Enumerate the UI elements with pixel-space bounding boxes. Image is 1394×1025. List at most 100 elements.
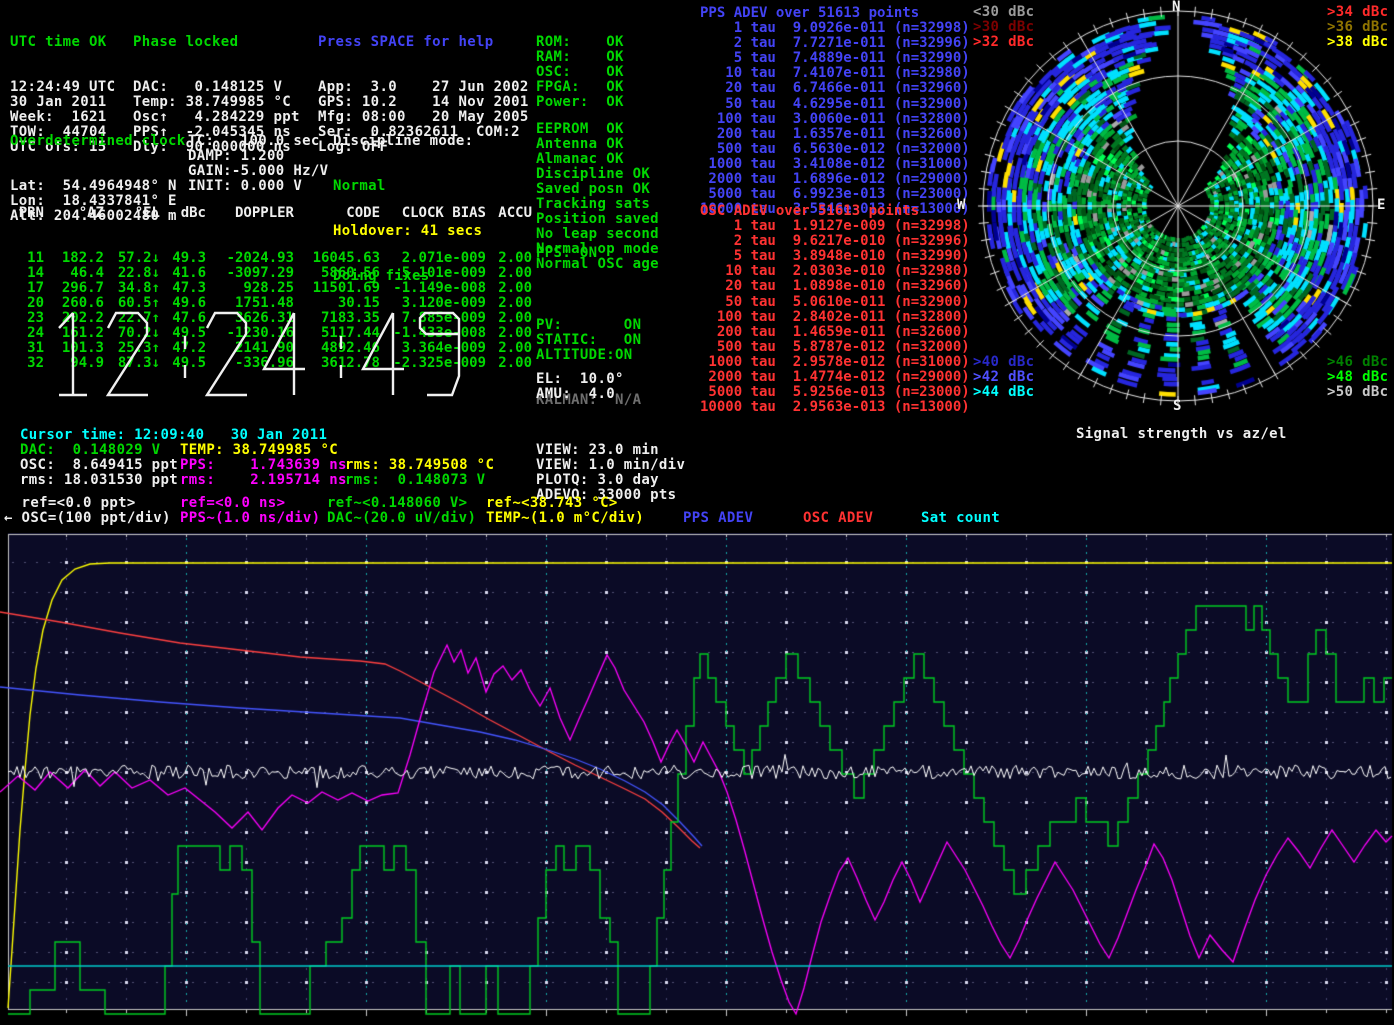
adev-row: 200 tau 1.4659e-011 (n=32600) [700,325,970,340]
sat-cell: 5860.56 [294,266,380,281]
adev-row: 200 tau 1.6357e-011 (n=32600) [700,127,970,142]
text-line: Position saved [536,212,659,227]
sat-cell: -2024.93 [206,251,294,266]
adev-table-title: PPS ADEV over 51613 points [700,6,970,21]
sat-cell: 49.3 [160,251,206,266]
adev-row: 100 tau 2.8402e-011 (n=32800) [700,310,970,325]
adev-row: 1 tau 1.9127e-009 (n=32998) [700,219,970,234]
text-line: OSC: OK [536,65,624,80]
text-line: PV: ON [536,318,641,333]
sat-cell: -3097.29 [206,266,294,281]
text-line: EEPROM OK [536,122,659,137]
satellite-table-header: PRN°AZ°ELdBcDOPPLERCODECLOCK BIASACCU [8,206,532,221]
text-line: RAM: OK [536,50,624,65]
sat-cell: 46.4 [44,266,104,281]
adev-row: 50 tau 4.6295e-011 (n=32900) [700,97,970,112]
adev-row: 5000 tau 5.9256e-013 (n=23000) [700,385,970,400]
dbc-legend-item: >44 dBc [973,385,1034,400]
sat-cell: 296.7 [44,281,104,296]
dbc-legend-item: >48 dBc [1327,370,1388,385]
cursor-dac: DAC: 0.148029 V [20,443,160,458]
text-line: 12:24:49 UTC [10,80,115,95]
clock-digit [103,308,153,400]
text-line: Tracking sats [536,197,659,212]
adev-row: 500 tau 6.5630e-012 (n=32000) [700,142,970,157]
dbc-legend-item: >46 dBc [1327,355,1388,370]
osc-adev-marker: OSC ADEV [803,511,873,526]
clock-digit [358,308,408,400]
view-lines: VIEW: 23.0 minVIEW: 1.0 min/divPLOTQ: 3.… [536,443,685,503]
text-line: DAC: 0.148125 V [133,80,300,95]
dac-ref: ref~<0.148060 V> [327,496,467,511]
sat-cell: 14 [8,266,44,281]
text-line: VIEW: 1.0 min/div [536,458,685,473]
sat-cell: 182.2 [44,251,104,266]
clock-digit [415,308,465,400]
compass-west: W [957,198,966,213]
adev-row: 20 tau 1.0898e-010 (n=32960) [700,279,970,294]
adev-row: 5 tau 7.4889e-011 (n=32990) [700,51,970,66]
adev-row: 1000 tau 3.4108e-012 (n=31000) [700,157,970,172]
sat-cell: 2.00 [486,266,532,281]
dbc-legend-item: >34 dBc [1327,5,1388,20]
compass-east: E [1377,198,1386,213]
compass-north: N [1172,0,1181,15]
adev-row: 5000 tau 6.9923e-013 (n=23000) [700,187,970,202]
sat-col-header: CLOCK BIAS [380,206,486,221]
cursor-osc: OSC: 8.649415 ppt [20,458,178,473]
sat-cell: 928.25 [206,281,294,296]
sat-cell: 47.3 [160,281,206,296]
adev-row: 2000 tau 1.6896e-012 (n=29000) [700,172,970,187]
sat-cell: 41.6 [160,266,206,281]
dbc-legend-item: >50 dBc [1327,385,1388,400]
sat-cell: -5.101e-009 [380,266,486,281]
pps-ref: ref=<0.0 ns> [180,496,285,511]
osc-adev-table: OSC ADEV over 51613 points 1 tau 1.9127e… [700,204,970,415]
dbc-legend-sw: >40 dBc>42 dBc>44 dBc [973,355,1034,400]
adev-row: 500 tau 5.8787e-012 (n=32000) [700,340,970,355]
dbc-legend-item: >40 dBc [973,355,1034,370]
pps-scale: PPS~(1.0 ns/div) [180,511,320,526]
sat-cell: 11501.69 [294,281,380,296]
sat-count-marker: Sat count [921,511,1000,526]
cursor-rms-pps: rms: 2.195714 ns [180,473,347,488]
adev-row: 10 tau 7.4107e-011 (n=32980) [700,66,970,81]
adev-row: 100 tau 3.0060e-011 (n=32800) [700,112,970,127]
clock-digit [46,308,96,400]
text-line: App: 3.0 27 Jun 2002 [318,80,529,95]
adev-row: 10000 tau 2.9563e-013 (n=13000) [700,400,970,415]
text-line: Almanac OK [536,152,659,167]
dbc-legend-item: >36 dBc [1327,20,1388,35]
sat-cell: -1.149e-008 [380,281,486,296]
position-title: Overdetermined clock [10,134,186,149]
adev-row: 50 tau 5.0610e-011 (n=32900) [700,295,970,310]
dbc-legend-item: >32 dBc [973,35,1034,50]
sat-cell: 17 [8,281,44,296]
adev-row: 5 tau 3.8948e-010 (n=32990) [700,249,970,264]
adev-row: 2 tau 9.6217e-010 (n=32996) [700,234,970,249]
text-line: EL: 10.0° [536,372,624,387]
cursor-time: Cursor time: 12:09:40 30 Jan 2011 [20,428,327,443]
cursor-temp: TEMP: 38.749985 °C [180,443,338,458]
osc-ref: ref=<0.0 ppt> [4,496,136,511]
strip-chart-plot[interactable] [0,533,1394,1025]
sat-cell: 16045.63 [294,251,380,266]
cursor-rms-dac: rms: 0.148073 V [345,473,485,488]
text-line: AMU: 4.0 [536,387,624,402]
sat-col-header: dBc [160,206,206,221]
adev-row: 1 tau 9.0926e-011 (n=32998) [700,21,970,36]
sat-cell: 11 [8,251,44,266]
text-line: DAMP: 1.200 [188,149,328,164]
adev-row: 10 tau 2.0303e-010 (n=32980) [700,264,970,279]
sat-cell: 22.8↓ [104,266,160,281]
adev-row: 2000 tau 1.4774e-012 (n=29000) [700,370,970,385]
sat-col-header: DOPPLER [206,206,294,221]
dac-scale: DAC~(20.0 uV/div) [327,511,476,526]
osc-scale: ← OSC=(100 ppt/div) [4,511,171,526]
sat-col-header: ACCU [486,206,532,221]
cursor-rms-temp: rms: 38.749508 °C [345,458,494,473]
pps-state: PPS: ON [536,246,597,261]
table-row: 17296.734.8↑47.3928.2511501.69-1.149e-00… [8,281,532,296]
dbc-legend-ne: >34 dBc>36 dBc>38 dBc [1327,5,1388,50]
text-line: ROM: OK [536,35,624,50]
